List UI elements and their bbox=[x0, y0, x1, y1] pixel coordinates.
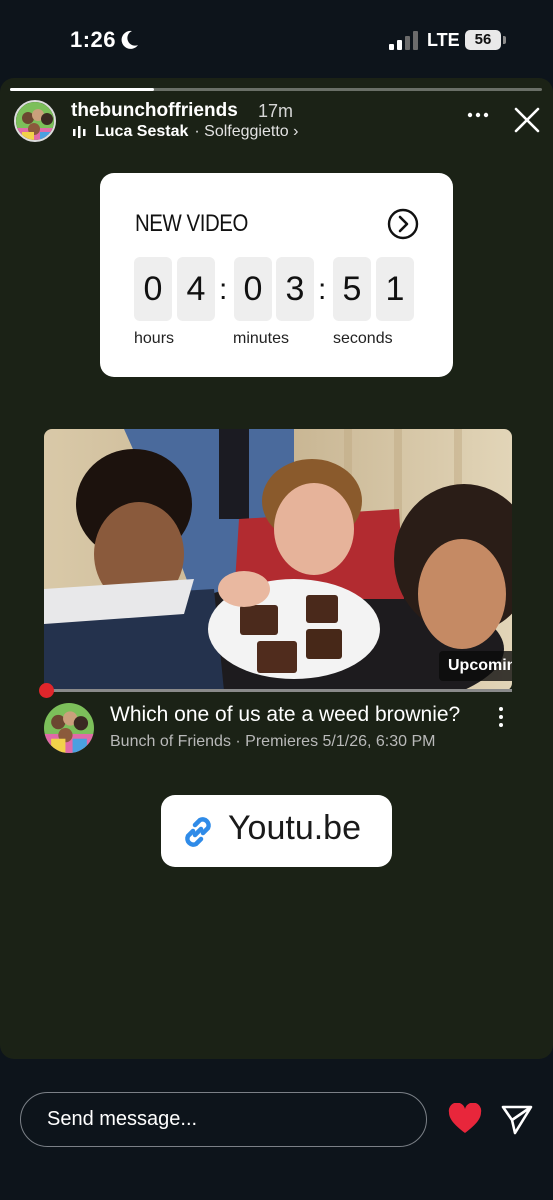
network-type: LTE bbox=[427, 30, 460, 50]
music-song: · Solfeggietto › bbox=[194, 123, 299, 140]
story-time-ago: 17m bbox=[258, 101, 294, 121]
countdown-label-seconds: seconds bbox=[333, 330, 393, 347]
story-username[interactable]: thebunchoffriends bbox=[71, 100, 238, 122]
link-sticker[interactable]: Youtu.be bbox=[161, 795, 392, 867]
countdown-digit-seconds-ones: 1 bbox=[376, 257, 414, 321]
audio-bars-icon bbox=[73, 126, 86, 138]
countdown-label-minutes: minutes bbox=[233, 330, 290, 347]
battery-level: 56 bbox=[474, 31, 492, 48]
video-progress-bar bbox=[44, 689, 512, 692]
profile-avatar[interactable] bbox=[14, 100, 56, 142]
moon-icon bbox=[121, 30, 138, 49]
link-icon bbox=[185, 817, 211, 847]
story-progress-bar bbox=[10, 88, 542, 91]
battery-icon: 56 bbox=[465, 30, 501, 50]
chevron-right-circle-icon[interactable] bbox=[387, 208, 419, 240]
countdown-digit-seconds-tens: 5 bbox=[333, 257, 371, 321]
link-text: Youtu.be bbox=[228, 809, 361, 847]
story-header: thebunchoffriends 17m Luca Sestak · Solf… bbox=[0, 96, 553, 146]
channel-avatar[interactable] bbox=[44, 703, 94, 753]
countdown-colon: : bbox=[219, 273, 228, 306]
status-bar: 1:26 LTE 56 bbox=[0, 0, 553, 78]
more-options-icon[interactable] bbox=[465, 104, 491, 126]
video-progress-dot[interactable] bbox=[39, 683, 54, 698]
countdown-colon: : bbox=[318, 273, 327, 306]
story-canvas[interactable]: thebunchoffriends 17m Luca Sestak · Solf… bbox=[0, 78, 553, 1059]
send-message-input[interactable] bbox=[20, 1092, 427, 1147]
story-progress-fill bbox=[10, 88, 154, 91]
countdown-digit-minutes-tens: 0 bbox=[234, 257, 272, 321]
video-title[interactable]: Which one of us ate a weed brownie? bbox=[110, 703, 460, 727]
countdown-sticker[interactable]: NEW VIDEO 0 4 : 0 3 : 5 1 hours minutes … bbox=[100, 173, 453, 377]
countdown-digit-hours-tens: 0 bbox=[134, 257, 172, 321]
video-thumbnail[interactable]: Upcoming bbox=[44, 429, 512, 691]
vertical-dots-icon[interactable] bbox=[496, 706, 506, 728]
status-time: 1:26 bbox=[70, 27, 117, 52]
heart-icon[interactable] bbox=[448, 1103, 482, 1135]
countdown-label-hours: hours bbox=[134, 330, 175, 347]
story-viewer-screen: 1:26 LTE 56 thebunchoffriends 17m Luca S… bbox=[0, 0, 553, 1200]
send-icon[interactable] bbox=[500, 1102, 534, 1136]
countdown-digit-minutes-ones: 3 bbox=[276, 257, 314, 321]
countdown-title: NEW VIDEO bbox=[135, 210, 248, 237]
battery-tip bbox=[503, 36, 506, 44]
close-icon[interactable] bbox=[513, 106, 541, 134]
signal-bars-icon bbox=[389, 31, 418, 50]
upcoming-badge: Upcoming bbox=[439, 651, 512, 681]
countdown-digit-hours-ones: 4 bbox=[177, 257, 215, 321]
music-attribution[interactable]: Luca Sestak · Solfeggietto › bbox=[73, 123, 298, 141]
music-artist: Luca Sestak bbox=[95, 123, 189, 140]
group-photo-icon bbox=[44, 703, 94, 753]
video-meta: Bunch of Friends · Premieres 5/1/26, 6:3… bbox=[110, 733, 436, 750]
group-photo-icon bbox=[16, 102, 54, 140]
